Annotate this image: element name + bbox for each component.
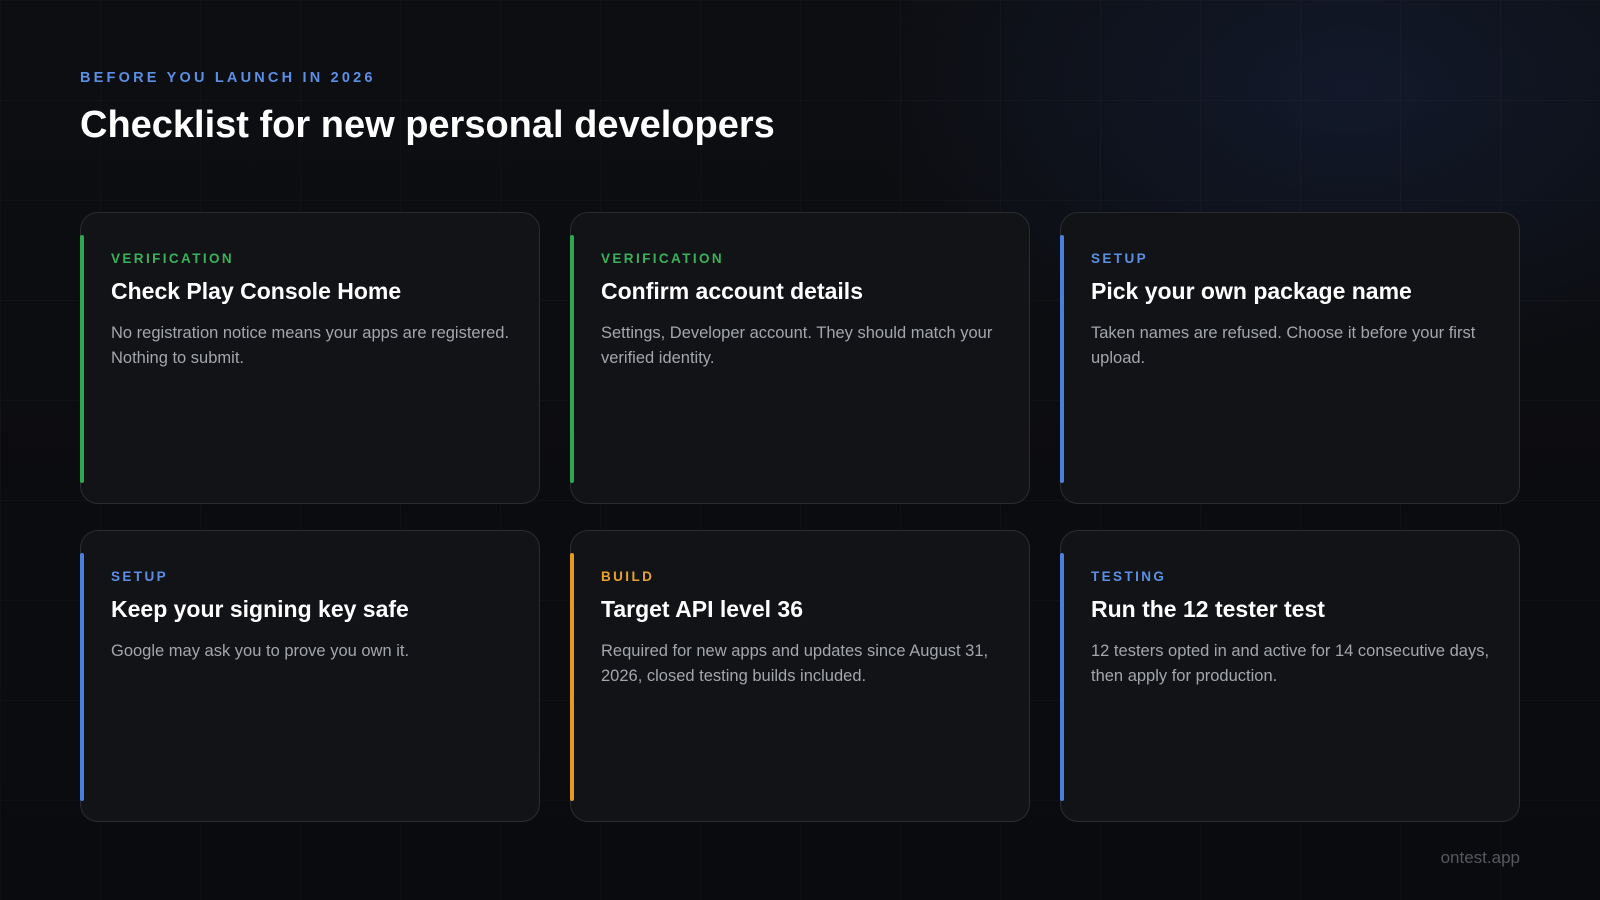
- card-accent-bar: [570, 235, 574, 483]
- checklist-card: TESTING Run the 12 tester test 12 tester…: [1060, 530, 1520, 822]
- card-accent-bar: [1060, 553, 1064, 801]
- checklist-card: SETUP Keep your signing key safe Google …: [80, 530, 540, 822]
- checklist-card: VERIFICATION Confirm account details Set…: [570, 212, 1030, 504]
- card-accent-bar: [80, 553, 84, 801]
- card-category: VERIFICATION: [111, 251, 235, 266]
- card-category: BUILD: [601, 569, 655, 584]
- card-category: SETUP: [1091, 251, 1149, 266]
- card-title: Keep your signing key safe: [111, 596, 409, 622]
- checklist-grid: VERIFICATION Check Play Console Home No …: [80, 212, 1520, 822]
- checklist-card: BUILD Target API level 36 Required for n…: [570, 530, 1030, 822]
- page-title: Checklist for new personal developers: [80, 104, 775, 146]
- card-description: Taken names are refused. Choose it befor…: [1091, 324, 1476, 367]
- card-description: No registration notice means your apps a…: [111, 324, 510, 367]
- checklist-card: SETUP Pick your own package name Taken n…: [1060, 212, 1520, 504]
- card-title: Pick your own package name: [1091, 278, 1412, 304]
- checklist-card: VERIFICATION Check Play Console Home No …: [80, 212, 540, 504]
- card-title: Run the 12 tester test: [1091, 596, 1325, 622]
- card-accent-bar: [570, 553, 574, 801]
- card-category: VERIFICATION: [601, 251, 725, 266]
- card-category: SETUP: [111, 569, 169, 584]
- card-description: 12 testers opted in and active for 14 co…: [1091, 642, 1490, 685]
- footer-brand: ontest.app: [1440, 848, 1520, 867]
- card-category: TESTING: [1091, 569, 1167, 584]
- eyebrow-label: BEFORE YOU LAUNCH IN 2026: [80, 70, 376, 86]
- card-title: Target API level 36: [601, 596, 803, 622]
- card-accent-bar: [1060, 235, 1064, 483]
- card-title: Check Play Console Home: [111, 278, 402, 304]
- card-accent-bar: [80, 235, 84, 483]
- card-description: Settings, Developer account. They should…: [601, 324, 993, 367]
- card-title: Confirm account details: [601, 278, 863, 304]
- card-description: Google may ask you to prove you own it.: [111, 642, 410, 660]
- card-description: Required for new apps and updates since …: [601, 642, 989, 685]
